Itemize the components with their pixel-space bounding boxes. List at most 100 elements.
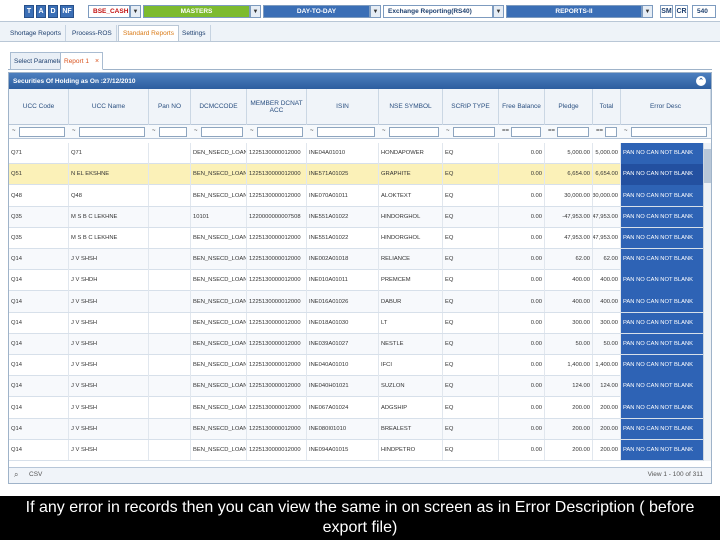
segment-dropdown-icon[interactable]: ▼	[130, 5, 141, 18]
table-cell: 0.00	[499, 249, 545, 270]
filter-input[interactable]	[511, 127, 541, 137]
column-header[interactable]: NSE SYMBOL	[379, 89, 443, 125]
sm-button[interactable]: SM	[660, 5, 673, 18]
table-cell: 1225130000012000	[247, 397, 307, 418]
tab-process-ros[interactable]: Process-ROS	[68, 25, 117, 41]
table-cell: EQ	[443, 418, 499, 440]
column-header[interactable]: MEMBER DCNAT ACC	[247, 89, 307, 125]
table-cell: DABUR	[379, 291, 443, 312]
t-button[interactable]: T	[24, 5, 34, 18]
filter-operator[interactable]: ~	[250, 128, 254, 134]
table-row[interactable]: Q35 M S B C LEKHNE 10101 1220000000007508 IN…	[9, 206, 711, 228]
filter-input[interactable]	[257, 127, 303, 137]
table-row[interactable]: Q71 Q71 DEN_NSECD_LOAN 1225130000012000 INE0…	[9, 143, 711, 165]
masters-dropdown-icon[interactable]: ▼	[250, 5, 261, 18]
table-cell: 0.00	[499, 333, 545, 355]
table-cell: EQ	[443, 143, 499, 164]
table-row[interactable]: Q14 J V SHSH BEN_NSECD_LOAN 122513000001200…	[9, 418, 711, 440]
filter-toolbar: ~ ~ ~ ~ ~ ~ ~ ~ == == == ~	[9, 125, 711, 139]
day-to-day-menu[interactable]: DAY-TO-DAY	[263, 5, 370, 18]
table-row[interactable]: Q48 Q48 BEN_NSECD_LOAN 1225130000012000 INE0…	[9, 185, 711, 207]
filter-input[interactable]	[389, 127, 439, 137]
table-row[interactable]: Q14 J V SHDH BEN_NSECD_LOAN 122513000001200…	[9, 270, 711, 292]
table-row[interactable]: Q14 J V SHSH BEN_NSECD_LOAN 122513000001200…	[9, 249, 711, 271]
column-header[interactable]: DCMCCODE	[191, 89, 247, 125]
table-row[interactable]: Q14 J V SHSH BEN_NSECD_LOAN 122513000001200…	[9, 376, 711, 398]
exchange-reporting-select[interactable]: Exchange Reporting(RS40)	[383, 5, 493, 18]
table-cell: 1225130000012000	[247, 291, 307, 312]
search-icon[interactable]: ⌕	[14, 470, 18, 480]
vertical-scrollbar[interactable]	[703, 143, 711, 461]
filter-operator[interactable]: ~	[152, 128, 156, 134]
table-cell: -47,953.00	[545, 206, 593, 228]
filter-operator[interactable]: ==	[596, 128, 603, 134]
table-cell: 30,000.00	[545, 185, 593, 206]
tab-settings[interactable]: Settings	[178, 25, 211, 41]
table-cell: Q71	[9, 143, 69, 164]
table-row[interactable]: Q14 J V SHSH BEN_NSECD_LOAN 122513000001200…	[9, 291, 711, 313]
exchange-reporting-dropdown-icon[interactable]: ▼	[493, 5, 504, 18]
table-cell: Q14	[9, 376, 69, 397]
filter-operator[interactable]: ==	[502, 128, 509, 134]
table-cell: NESTLE	[379, 333, 443, 355]
column-header[interactable]: UCC Name	[69, 89, 149, 125]
column-header[interactable]: Pan NO	[149, 89, 191, 125]
filter-input[interactable]	[19, 127, 65, 137]
table-row[interactable]: Q35 M S B C LEKHNE BEN_NSECD_LOAN 122513000…	[9, 227, 711, 249]
filter-input[interactable]	[631, 127, 707, 137]
column-header[interactable]: Pledge	[545, 89, 593, 125]
filter-operator[interactable]: ==	[548, 128, 555, 134]
column-header[interactable]: Total	[593, 89, 621, 125]
table-row[interactable]: Q14 J V SHSH BEN_NSECD_LOAN 122513000001200…	[9, 355, 711, 377]
reports-ii-dropdown-icon[interactable]: ▼	[642, 5, 653, 18]
filter-operator[interactable]: ~	[12, 128, 16, 134]
column-header[interactable]: Free Balance	[499, 89, 545, 125]
filter-input[interactable]	[317, 127, 375, 137]
segment-select[interactable]: BSE_CASH	[88, 5, 130, 18]
table-row[interactable]: Q14 J V SHSH BEN_NSECD_LOAN 122513000001200…	[9, 439, 711, 461]
table-cell: INE002A01018	[307, 249, 379, 270]
column-header[interactable]: UCC Code	[9, 89, 69, 125]
filter-operator[interactable]: ~	[310, 128, 314, 134]
cr-button[interactable]: CR	[675, 5, 688, 18]
table-row[interactable]: Q14 J V SHSH BEN_NSECD_LOAN 122513000001200…	[9, 312, 711, 334]
table-cell: INE018A01030	[307, 312, 379, 334]
filter-operator[interactable]: ~	[72, 128, 76, 134]
table-cell: Q14	[9, 418, 69, 440]
masters-menu[interactable]: MASTERS	[143, 5, 250, 18]
filter-operator[interactable]: ~	[382, 128, 386, 134]
filter-input[interactable]	[605, 127, 617, 137]
table-row[interactable]: Q14 J V SHSH BEN_NSECD_LOAN 122513000001200…	[9, 397, 711, 419]
table-row[interactable]: Q51 N EL EKSHNE BEN_NSECD_LOAN 122513000001…	[9, 164, 711, 186]
filter-input[interactable]	[201, 127, 243, 137]
d-button[interactable]: D	[48, 5, 58, 18]
tab-report-1[interactable]: Report 1 ×	[60, 52, 104, 70]
export-csv-button[interactable]: CSV	[29, 471, 42, 478]
report-code-field[interactable]: 540	[692, 5, 716, 18]
close-icon[interactable]: ×	[95, 58, 99, 65]
column-header[interactable]: SCRIP TYPE	[443, 89, 499, 125]
reports-ii-menu[interactable]: REPORTS-II	[506, 5, 642, 18]
column-header[interactable]: ISIN	[307, 89, 379, 125]
column-header[interactable]: Error Desc	[621, 89, 711, 125]
a-button[interactable]: A	[36, 5, 46, 18]
scrollbar-thumb[interactable]	[704, 149, 711, 183]
table-row[interactable]: Q14 J V SHSH BEN_NSECD_LOAN 122513000001200…	[9, 333, 711, 355]
day-to-day-dropdown-icon[interactable]: ▼	[370, 5, 381, 18]
table-cell: BEN_NSECD_LOAN	[191, 397, 247, 418]
filter-operator[interactable]: ~	[194, 128, 198, 134]
table-cell: INE040A01010	[307, 355, 379, 376]
filter-input[interactable]	[557, 127, 589, 137]
filter-input[interactable]	[453, 127, 495, 137]
table-cell: 1225130000012000	[247, 312, 307, 334]
tab-standard-reports[interactable]: Standard Reports	[118, 25, 179, 41]
table-cell: DEN_NSECD_LOAN	[191, 143, 247, 164]
filter-operator[interactable]: ~	[446, 128, 450, 134]
filter-input[interactable]	[159, 127, 187, 137]
filter-input[interactable]	[79, 127, 145, 137]
table-cell: 47,953.00	[545, 227, 593, 249]
filter-operator[interactable]: ~	[624, 128, 628, 134]
tab-shortage-reports[interactable]: Shortage Reports	[6, 25, 66, 41]
nf-button[interactable]: NF	[60, 5, 74, 18]
collapse-icon[interactable]: ⌃	[696, 76, 706, 86]
